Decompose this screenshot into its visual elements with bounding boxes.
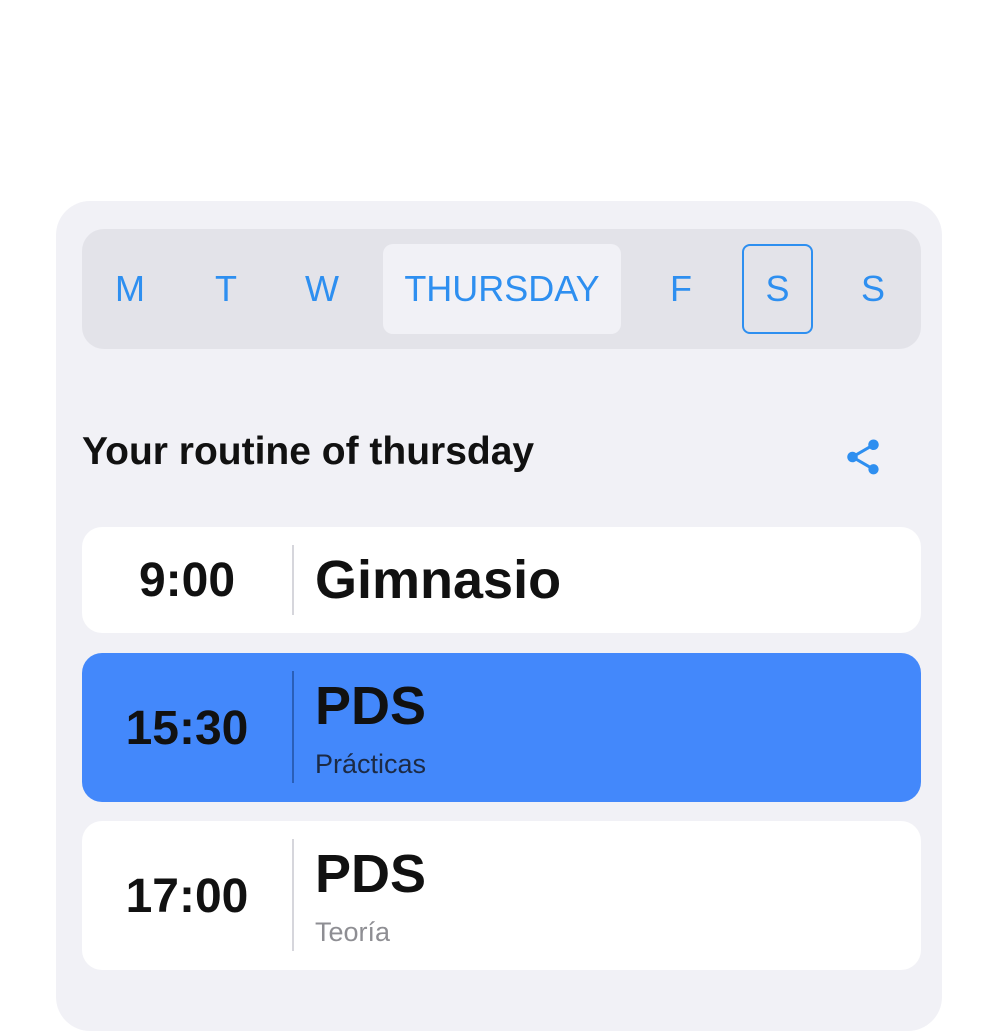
entry-time: 17:00 [125,870,249,923]
day-tab-saturday[interactable]: S [742,244,813,334]
day-tab-wednesday[interactable]: W [274,244,370,334]
routine-entry-gimnasio[interactable]: 9:00 Gimnasio [82,527,921,633]
day-tab-sunday[interactable]: S [825,244,921,334]
entry-time: 15:30 [125,702,249,755]
routine-title: Your routine of thursday [82,430,535,473]
day-tab-monday[interactable]: M [82,244,178,334]
entry-name: PDS [315,676,427,736]
day-tab-tuesday[interactable]: T [178,244,274,334]
entry-time: 9:00 [138,554,236,607]
share-icon [847,439,879,475]
day-tab-friday[interactable]: F [633,244,729,334]
day-tab-thursday[interactable]: THURSDAY [383,244,621,334]
routine-entry-pds-practicas[interactable]: 15:30 PDS Prácticas [82,653,921,802]
entry-name: Gimnasio [315,550,562,610]
entry-divider [292,671,294,783]
routine-entry-pds-teoria[interactable]: 17:00 PDS Teoría [82,821,921,970]
entry-divider [292,839,294,951]
entry-detail: Teoría [315,917,391,947]
entry-name: PDS [315,844,427,904]
entry-detail: Prácticas [315,749,427,779]
share-button[interactable] [836,430,890,484]
entry-divider [292,545,294,615]
